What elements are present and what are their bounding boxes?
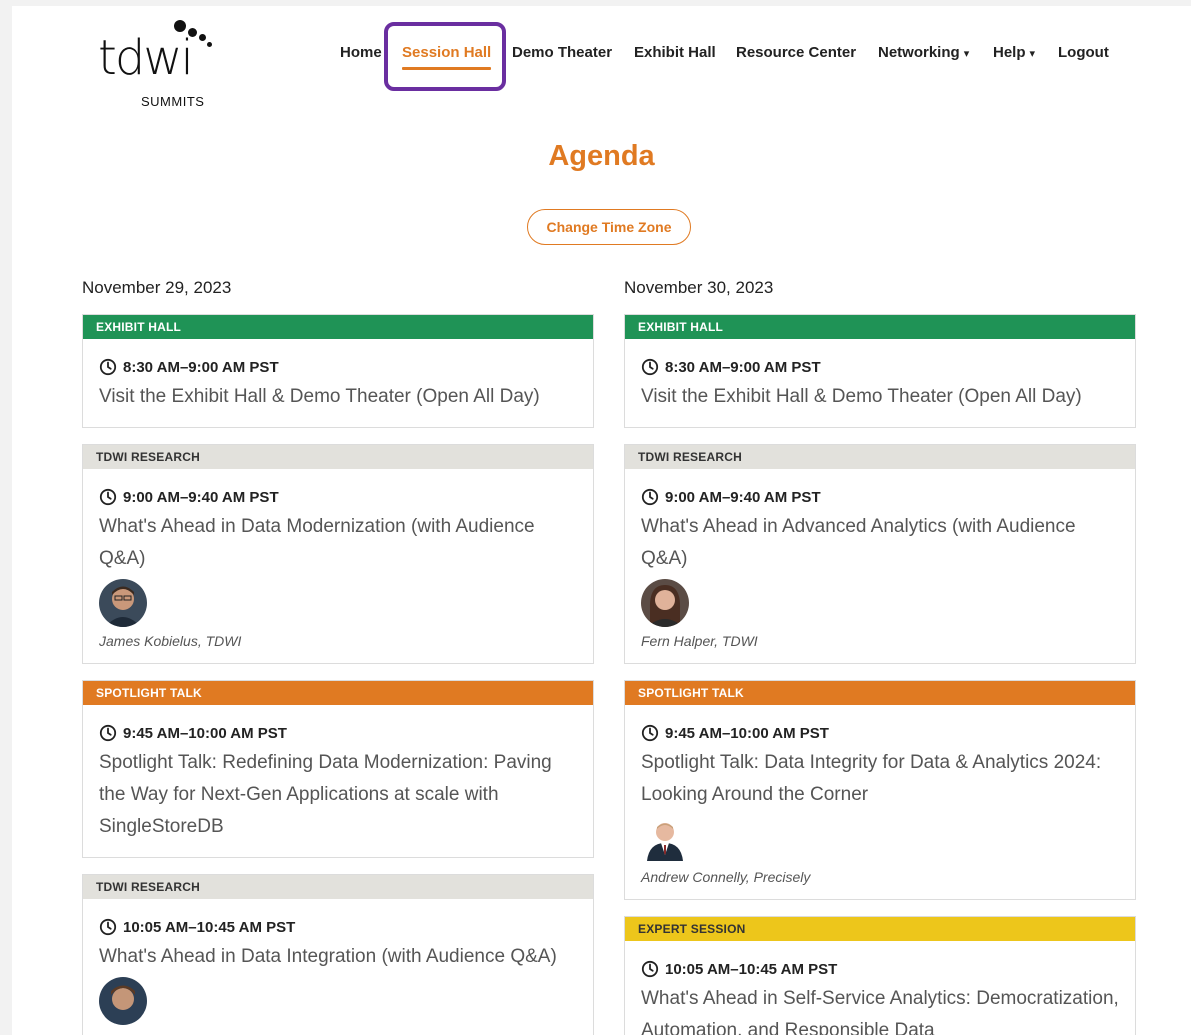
session-card[interactable]: TDWI RESEARCH 10:05 AM–10:45 AM PST What…	[82, 874, 594, 1035]
nav-demo-theater-label: Demo Theater	[512, 44, 613, 61]
session-tag: TDWI RESEARCH	[625, 445, 1135, 469]
session-title[interactable]: What's Ahead in Self-Service Analytics: …	[641, 983, 1119, 1035]
session-time-text: 8:30 AM–9:00 AM PST	[665, 358, 821, 376]
highlight-box	[384, 22, 506, 91]
session-time-text: 10:05 AM–10:45 AM PST	[665, 960, 838, 978]
clock-icon	[641, 488, 659, 506]
session-time-text: 9:00 AM–9:40 AM PST	[123, 488, 279, 506]
tdwi-summits-logo[interactable]: tdwi SUMMITS	[98, 20, 228, 109]
clock-icon	[641, 358, 659, 376]
speaker-avatar[interactable]	[99, 579, 147, 627]
speaker-name: Andrew Connelly, Precisely	[641, 869, 811, 885]
speaker-name: James Kobielus, TDWI	[99, 633, 242, 649]
clock-icon	[641, 724, 659, 742]
logo-wordmark: tdwi	[98, 30, 194, 86]
nav-resource-center[interactable]: Resource Center	[736, 42, 856, 64]
session-time: 10:05 AM–10:45 AM PST	[641, 959, 1119, 979]
speaker-avatar[interactable]	[641, 579, 689, 627]
speaker-photo	[99, 579, 147, 627]
session-tag: SPOTLIGHT TALK	[625, 681, 1135, 705]
day-column-2: November 30, 2023 EXHIBIT HALL 8:30 AM–9…	[624, 278, 1136, 1035]
session-card[interactable]: TDWI RESEARCH 9:00 AM–9:40 AM PST What's…	[82, 444, 594, 664]
day-column-1: November 29, 2023 EXHIBIT HALL 8:30 AM–9…	[82, 278, 594, 1035]
speaker-photo	[641, 815, 689, 863]
clock-icon	[99, 488, 117, 506]
page: tdwi SUMMITS Home Session Hall Demo Thea…	[12, 6, 1191, 1035]
caret-down-icon: ▾	[1029, 48, 1036, 60]
session-tag: EXHIBIT HALL	[83, 315, 593, 339]
session-tag: TDWI RESEARCH	[83, 875, 593, 899]
nav-exhibit-hall-label: Exhibit Hall	[634, 44, 716, 61]
nav-logout[interactable]: Logout	[1058, 42, 1109, 64]
session-title[interactable]: Spotlight Talk: Data Integrity for Data …	[641, 747, 1119, 811]
nav-help[interactable]: Help ▾	[993, 42, 1035, 65]
speaker-avatar[interactable]	[99, 977, 147, 1025]
session-tag: EXPERT SESSION	[625, 917, 1135, 941]
logo-dot	[207, 42, 212, 47]
nav-home[interactable]: Home	[340, 42, 382, 64]
session-time: 9:45 AM–10:00 AM PST	[641, 723, 1119, 743]
session-card[interactable]: EXPERT SESSION 10:05 AM–10:45 AM PST Wha…	[624, 916, 1136, 1035]
session-title[interactable]: Spotlight Talk: Redefining Data Moderniz…	[99, 747, 577, 843]
nav-networking-label: Networking	[878, 44, 960, 61]
session-time-text: 8:30 AM–9:00 AM PST	[123, 358, 279, 376]
session-time-text: 10:05 AM–10:45 AM PST	[123, 918, 296, 936]
session-title[interactable]: Visit the Exhibit Hall & Demo Theater (O…	[641, 381, 1119, 413]
session-card[interactable]: EXHIBIT HALL 8:30 AM–9:00 AM PST Visit t…	[82, 314, 594, 428]
session-time: 8:30 AM–9:00 AM PST	[641, 357, 1119, 377]
session-time: 10:05 AM–10:45 AM PST	[99, 917, 577, 937]
session-time: 9:00 AM–9:40 AM PST	[99, 487, 577, 507]
session-title[interactable]: What's Ahead in Data Modernization (with…	[99, 511, 577, 575]
clock-icon	[99, 918, 117, 936]
speaker-photo	[99, 977, 147, 1025]
session-title[interactable]: What's Ahead in Advanced Analytics (with…	[641, 511, 1119, 575]
day-date: November 29, 2023	[82, 278, 232, 297]
nav-exhibit-hall[interactable]: Exhibit Hall	[634, 42, 716, 64]
day-date: November 30, 2023	[624, 278, 774, 297]
speaker-avatar[interactable]	[641, 815, 689, 863]
session-tag: TDWI RESEARCH	[83, 445, 593, 469]
clock-icon	[641, 960, 659, 978]
session-title[interactable]: Visit the Exhibit Hall & Demo Theater (O…	[99, 381, 577, 413]
session-tag: SPOTLIGHT TALK	[83, 681, 593, 705]
logo-subtitle: SUMMITS	[141, 94, 205, 109]
clock-icon	[99, 724, 117, 742]
change-time-zone-button[interactable]: Change Time Zone	[527, 209, 691, 245]
nav-networking[interactable]: Networking ▾	[878, 42, 969, 65]
session-card[interactable]: SPOTLIGHT TALK 9:45 AM–10:00 AM PST Spot…	[82, 680, 594, 858]
logo-dot	[199, 34, 206, 41]
session-title[interactable]: What's Ahead in Data Integration (with A…	[99, 941, 577, 973]
session-time-text: 9:45 AM–10:00 AM PST	[123, 724, 287, 742]
session-card[interactable]: SPOTLIGHT TALK 9:45 AM–10:00 AM PST Spot…	[624, 680, 1136, 900]
session-card[interactable]: EXHIBIT HALL 8:30 AM–9:00 AM PST Visit t…	[624, 314, 1136, 428]
session-tag: EXHIBIT HALL	[625, 315, 1135, 339]
session-card[interactable]: TDWI RESEARCH 9:00 AM–9:40 AM PST What's…	[624, 444, 1136, 664]
caret-down-icon: ▾	[963, 48, 970, 60]
session-time-text: 9:45 AM–10:00 AM PST	[665, 724, 829, 742]
session-time: 9:00 AM–9:40 AM PST	[641, 487, 1119, 507]
speaker-name: Fern Halper, TDWI	[641, 633, 758, 649]
clock-icon	[99, 358, 117, 376]
nav-logout-label: Logout	[1058, 44, 1109, 61]
speaker-photo	[641, 579, 689, 627]
session-time: 8:30 AM–9:00 AM PST	[99, 357, 577, 377]
nav-help-label: Help	[993, 44, 1026, 61]
nav-resource-center-label: Resource Center	[736, 44, 857, 61]
session-time: 9:45 AM–10:00 AM PST	[99, 723, 577, 743]
session-time-text: 9:00 AM–9:40 AM PST	[665, 488, 821, 506]
page-title: Agenda	[548, 140, 655, 172]
nav-demo-theater[interactable]: Demo Theater	[512, 42, 612, 64]
nav-home-label: Home	[340, 44, 382, 61]
